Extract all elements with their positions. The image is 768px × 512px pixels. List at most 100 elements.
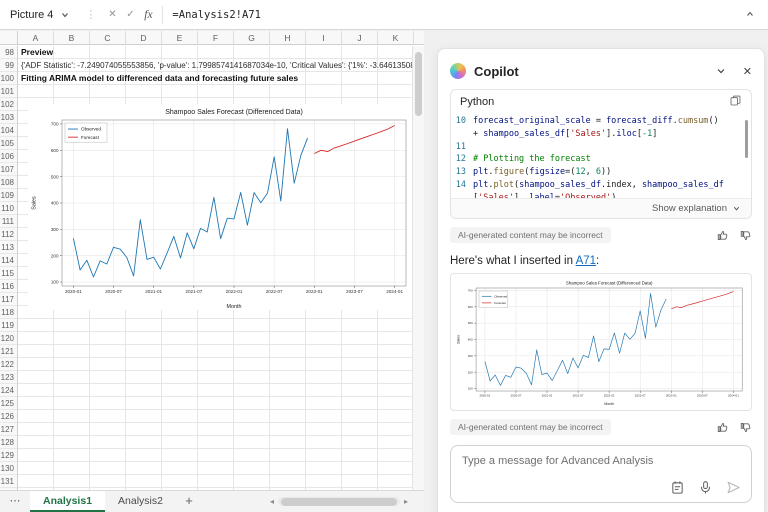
row-header-109[interactable]: 109 [0, 189, 17, 202]
vertical-scrollbar[interactable] [412, 46, 424, 490]
svg-text:400: 400 [468, 338, 473, 342]
mic-icon[interactable] [698, 480, 713, 495]
row-header-130[interactable]: 130 [0, 462, 17, 475]
cell-reference-link[interactable]: A71 [576, 255, 596, 267]
add-sheet-button[interactable]: + [176, 491, 202, 512]
horizontal-scrollbar-thumb[interactable] [281, 498, 397, 506]
row-header-122[interactable]: 122 [0, 358, 17, 371]
enter-button[interactable]: ✓ [121, 9, 139, 20]
column-header-B[interactable]: B [54, 31, 90, 44]
row-header-128[interactable]: 128 [0, 436, 17, 449]
column-header-D[interactable]: D [126, 31, 162, 44]
column-header-G[interactable]: G [234, 31, 270, 44]
row-header-105[interactable]: 105 [0, 137, 17, 150]
row-header-100[interactable]: 100 [0, 72, 17, 85]
copy-code-icon[interactable] [729, 94, 742, 110]
row-header-131[interactable]: 131 [0, 475, 17, 488]
row-header-119[interactable]: 119 [0, 319, 17, 332]
sheet-list-button[interactable]: ⋯ [0, 491, 30, 512]
embedded-chart-picture[interactable]: 2020-012020-072021-012021-072022-012022-… [28, 104, 412, 310]
code-block-body[interactable]: 10forecast_original_scale = forecast_dif… [451, 114, 751, 198]
column-header-C[interactable]: C [90, 31, 126, 44]
row-header-99[interactable]: 99 [0, 59, 17, 72]
name-box[interactable]: Picture 4 [0, 0, 78, 29]
cell-A98[interactable]: Preview [21, 46, 53, 59]
collapse-formula-bar-icon[interactable] [732, 6, 768, 24]
show-explanation-button[interactable]: Show explanation [451, 198, 751, 218]
row-header-106[interactable]: 106 [0, 150, 17, 163]
sheet-tab-bar: ⋯ Analysis1Analysis2 + ◂ ▸ [0, 490, 424, 512]
row-header-115[interactable]: 115 [0, 267, 17, 280]
column-header-J[interactable]: J [342, 31, 378, 44]
minimize-panel-icon[interactable] [715, 65, 727, 77]
inserted-chart-preview[interactable]: 2020-012020-072021-012021-072022-012022-… [450, 273, 752, 411]
chevron-down-icon[interactable] [60, 10, 70, 20]
row-header-108[interactable]: 108 [0, 176, 17, 189]
vertical-scrollbar-thumb[interactable] [415, 52, 422, 116]
thumbs-down-icon[interactable] [739, 421, 752, 434]
row-header-110[interactable]: 110 [0, 202, 17, 215]
row-header-120[interactable]: 120 [0, 332, 17, 345]
row-header-114[interactable]: 114 [0, 254, 17, 267]
row-header-116[interactable]: 116 [0, 280, 17, 293]
column-header-I[interactable]: I [306, 31, 342, 44]
horizontal-scrollbar-track[interactable] [278, 497, 400, 506]
row-header-102[interactable]: 102 [0, 98, 17, 111]
row-header-117[interactable]: 117 [0, 293, 17, 306]
sheet-tab-analysis1[interactable]: Analysis1 [30, 491, 105, 512]
row-header-129[interactable]: 129 [0, 449, 17, 462]
svg-text:2020-01: 2020-01 [479, 394, 490, 398]
scroll-right-icon[interactable]: ▸ [400, 497, 412, 506]
formula-input[interactable]: =Analysis2!A71 [172, 9, 732, 21]
row-header-124[interactable]: 124 [0, 384, 17, 397]
row-header-98[interactable]: 98 [0, 46, 17, 59]
column-header-F[interactable]: F [198, 31, 234, 44]
thumbs-up-icon[interactable] [716, 421, 729, 434]
column-header-K[interactable]: K [378, 31, 414, 44]
row-header-112[interactable]: 112 [0, 228, 17, 241]
cancel-button[interactable]: ✕ [103, 9, 121, 20]
prompt-guide-icon[interactable] [670, 480, 685, 495]
row-header-121[interactable]: 121 [0, 345, 17, 358]
copilot-messages: Python 10forecast_original_scale = forec… [450, 89, 752, 439]
thumbs-down-icon[interactable] [739, 229, 752, 242]
inserted-message-text: Here's what I inserted in [450, 255, 573, 267]
column-header-H[interactable]: H [270, 31, 306, 44]
svg-text:200: 200 [468, 370, 473, 374]
svg-text:2020-07: 2020-07 [511, 394, 522, 398]
scroll-left-icon[interactable]: ◂ [266, 497, 278, 506]
send-icon[interactable] [726, 480, 741, 495]
row-header-103[interactable]: 103 [0, 111, 17, 124]
row-header-126[interactable]: 126 [0, 410, 17, 423]
close-panel-icon[interactable]: ✕ [743, 65, 752, 78]
thumbs-up-icon[interactable] [716, 229, 729, 242]
chat-input[interactable]: Type a message for Advanced Analysis [450, 445, 752, 503]
name-box-resize-grip[interactable]: ⋮ [78, 8, 103, 21]
svg-text:2021-07: 2021-07 [185, 289, 202, 294]
select-all-corner[interactable] [0, 31, 18, 44]
svg-text:Month: Month [604, 402, 614, 406]
sheet-tab-analysis2[interactable]: Analysis2 [105, 491, 176, 512]
row-header-123[interactable]: 123 [0, 371, 17, 384]
svg-text:Shampoo Sales Forecast (Differ: Shampoo Sales Forecast (Differenced Data… [566, 281, 653, 286]
row-header-104[interactable]: 104 [0, 124, 17, 137]
line-number: 14 [453, 179, 473, 192]
svg-text:2021-01: 2021-01 [542, 394, 553, 398]
insert-function-button[interactable]: fx [139, 9, 157, 21]
column-header-E[interactable]: E [162, 31, 198, 44]
cell-A99[interactable]: {'ADF Statistic': -7.249074055553856, 'p… [21, 59, 412, 72]
row-header-107[interactable]: 107 [0, 163, 17, 176]
cell-A100[interactable]: Fitting ARIMA model to differenced data … [21, 72, 298, 85]
cells-area[interactable]: 2020-012020-072021-012021-072022-012022-… [18, 46, 412, 490]
ai-disclaimer-badge: AI-generated content may be incorrect [450, 419, 611, 435]
row-header-125[interactable]: 125 [0, 397, 17, 410]
row-header-127[interactable]: 127 [0, 423, 17, 436]
row-header-113[interactable]: 113 [0, 241, 17, 254]
row-header-118[interactable]: 118 [0, 306, 17, 319]
sheet-tabs: Analysis1Analysis2 [30, 491, 176, 512]
code-scrollbar-thumb[interactable] [745, 120, 748, 158]
row-header-101[interactable]: 101 [0, 85, 17, 98]
horizontal-scrollbar[interactable]: ◂ ▸ [266, 491, 424, 512]
row-header-111[interactable]: 111 [0, 215, 17, 228]
column-header-A[interactable]: A [18, 31, 54, 44]
